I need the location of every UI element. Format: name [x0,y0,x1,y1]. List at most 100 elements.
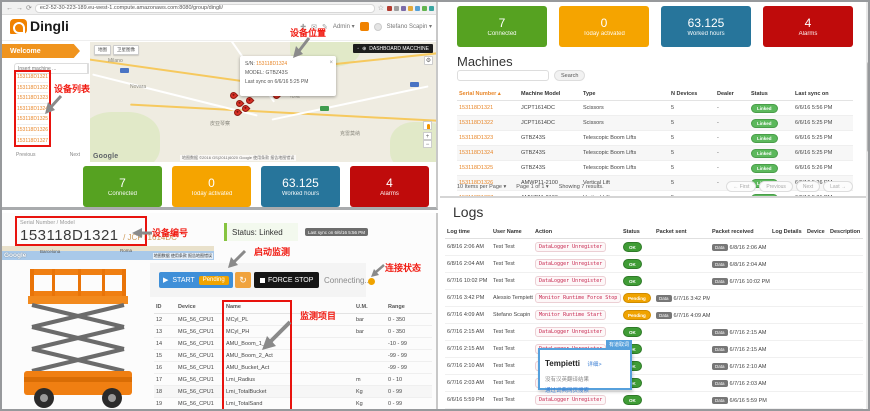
log-details-cell [770,341,805,358]
data-badge[interactable]: Data [712,363,728,370]
log-time-cell: 6/7/16 4:09 AM [445,307,491,324]
admin-menu[interactable]: Admin ▾ [333,23,355,30]
extension-icon[interactable] [394,6,399,11]
stat-card: 63.125Worked hours [261,166,340,207]
log-action-badge[interactable]: DataLogger Unregister [535,395,606,405]
close-icon[interactable]: × [329,58,333,69]
log-action-badge[interactable]: DataLogger Unregister [535,259,606,269]
log-action-badge[interactable]: DataLogger Unregister [535,276,606,286]
last-page-button[interactable]: Last → [823,181,853,192]
col-machine-model[interactable]: Machine Model [519,88,581,101]
map-settings-button[interactable]: ⚙ [424,56,433,65]
map-marker[interactable] [229,91,239,101]
log-user-cell: Test Test [491,324,533,341]
linked-badge: Linked [751,134,778,143]
device-list-item[interactable]: 153118D1321 [17,72,48,83]
pegman-icon[interactable] [423,121,432,130]
col-n-devices[interactable]: N Devices [669,88,715,101]
log-packet-received-cell [710,307,770,324]
extension-icon[interactable] [422,6,427,11]
log-description-cell [828,256,863,273]
map-type-map-button[interactable]: 地图 [94,45,111,55]
first-page-button[interactable]: ← First [726,181,756,192]
next-link[interactable]: Next [70,152,80,158]
log-action-badge[interactable]: DataLogger Unregister [535,327,606,337]
data-badge[interactable]: Data [712,380,728,387]
device-list-item[interactable]: 153118D1327 [17,136,48,147]
machine-ndevices-cell: 5 [669,101,715,116]
extension-icon[interactable] [408,6,413,11]
zoom-in-button[interactable]: + [423,132,432,140]
machine-serial-link[interactable]: 153118D1324 [457,146,519,161]
forward-icon[interactable]: → [16,5,23,12]
col-dealer[interactable]: Dealer [715,88,749,101]
signal-range-cell: -10 - 99 [386,338,432,350]
map-type-satellite-button[interactable]: 卫星图像 [113,45,139,55]
device-list-item[interactable]: 153118D1326 [17,125,48,136]
log-action-badge[interactable]: DataLogger Unregister [535,242,606,252]
col-packet-received: Packet received [710,226,770,239]
col-type[interactable]: Type [581,88,669,101]
items-per-page-select[interactable]: 10 Items per Page ▾ [457,184,506,190]
col-status[interactable]: Status [749,88,793,101]
location-map-strip[interactable]: Barcelona Roma Google 地图数据 使用条款 报告地图错误 [2,246,214,260]
browser-toolbar: ← → ⟳ ec2-52-30-223-189.eu-west-1.comput… [2,2,438,15]
data-badge[interactable]: Data [656,295,672,302]
data-badge[interactable]: Data [656,312,672,319]
notification-badge[interactable] [360,22,369,31]
annotation-device-sn: 设备编号 [152,226,188,239]
data-badge[interactable]: Data [712,346,728,353]
data-badge[interactable]: Data [712,244,728,251]
start-button[interactable]: ▶ START Pending [159,272,233,288]
bookmark-star-icon[interactable]: ☆ [378,5,384,12]
extension-icon[interactable] [415,6,420,11]
machine-type-cell: Telescopic Boom Lifts [581,161,669,176]
translate-detail-link[interactable]: 详细> [587,362,601,368]
dashboard-macchine-bar[interactable]: ◦⊕ DASHBOARD MACCHINE [353,44,433,53]
device-list-item[interactable]: 153118D1322 [17,83,48,94]
refresh-button[interactable]: ↻ [235,272,251,288]
back-icon[interactable]: ← [6,5,13,12]
next-page-button[interactable]: Next [796,181,820,192]
signal-row: 16MG_56_CPU1AMU_Bucket_Act-99 - 99 [154,362,432,374]
extension-icon[interactable] [429,6,434,11]
translate-popup-tag: 有道取词 [606,340,632,349]
popup-sn-value[interactable]: 153118D1324 [256,61,287,67]
machines-search-input[interactable] [457,70,549,81]
previous-link[interactable]: Previous [16,152,35,158]
col-serial-number[interactable]: Serial Number ▴ [457,88,519,101]
data-badge[interactable]: Data [712,329,728,336]
user-menu[interactable]: Stefano Scapin ▾ [387,23,432,30]
log-action-badge[interactable]: Monitor Runtime Force Stop [535,293,621,303]
col-last-sync[interactable]: Last sync on [793,88,853,101]
machine-serial-link[interactable]: 153118D1325 [457,161,519,176]
log-action-badge[interactable]: Monitor Runtime Start [535,310,606,320]
address-bar[interactable]: ec2-52-30-223-189.eu-west-1.compute.amaz… [35,4,375,13]
scrollbar[interactable] [866,2,870,411]
zoom-out-button[interactable]: − [423,140,432,148]
log-device-cell [805,324,828,341]
log-action-cell: DataLogger Unregister [533,256,621,273]
force-stop-button[interactable]: FORCE STOP [254,272,319,288]
log-packet-sent-cell: Data6/7/16 4:09 AM [654,307,710,324]
search-button[interactable] [88,63,89,74]
machines-search-button[interactable]: Search [554,70,585,81]
machine-serial-link[interactable]: 153118D1321 [457,101,519,116]
annotation-connect-status: 连接状态 [385,261,421,274]
log-device-cell [805,256,828,273]
machine-serial-link[interactable]: 153118D1322 [457,116,519,131]
refresh-icon[interactable]: ⟳ [26,5,32,12]
extension-icon[interactable] [401,6,406,11]
translate-search-link[interactable]: 通过词典网页搜索 [545,386,625,394]
page-select[interactable]: Page 1 of 1 ▾ [516,184,548,190]
extension-icon[interactable] [387,6,392,11]
previous-page-button[interactable]: Previous [759,181,792,192]
machines-map[interactable]: Milano Novara 皮亚琴察 克雷莫纳 洛迪 地图 卫星图像 ◦⊕ DA… [90,42,436,162]
col-description: Description [828,226,863,239]
machine-serial-link[interactable]: 153118D1323 [457,131,519,146]
data-badge[interactable]: Data [712,397,728,404]
dingli-logo[interactable]: Dingli [10,18,69,34]
data-badge[interactable]: Data [712,278,728,285]
data-badge[interactable]: Data [712,261,728,268]
showing-results: Showing 7 results. [559,184,604,190]
